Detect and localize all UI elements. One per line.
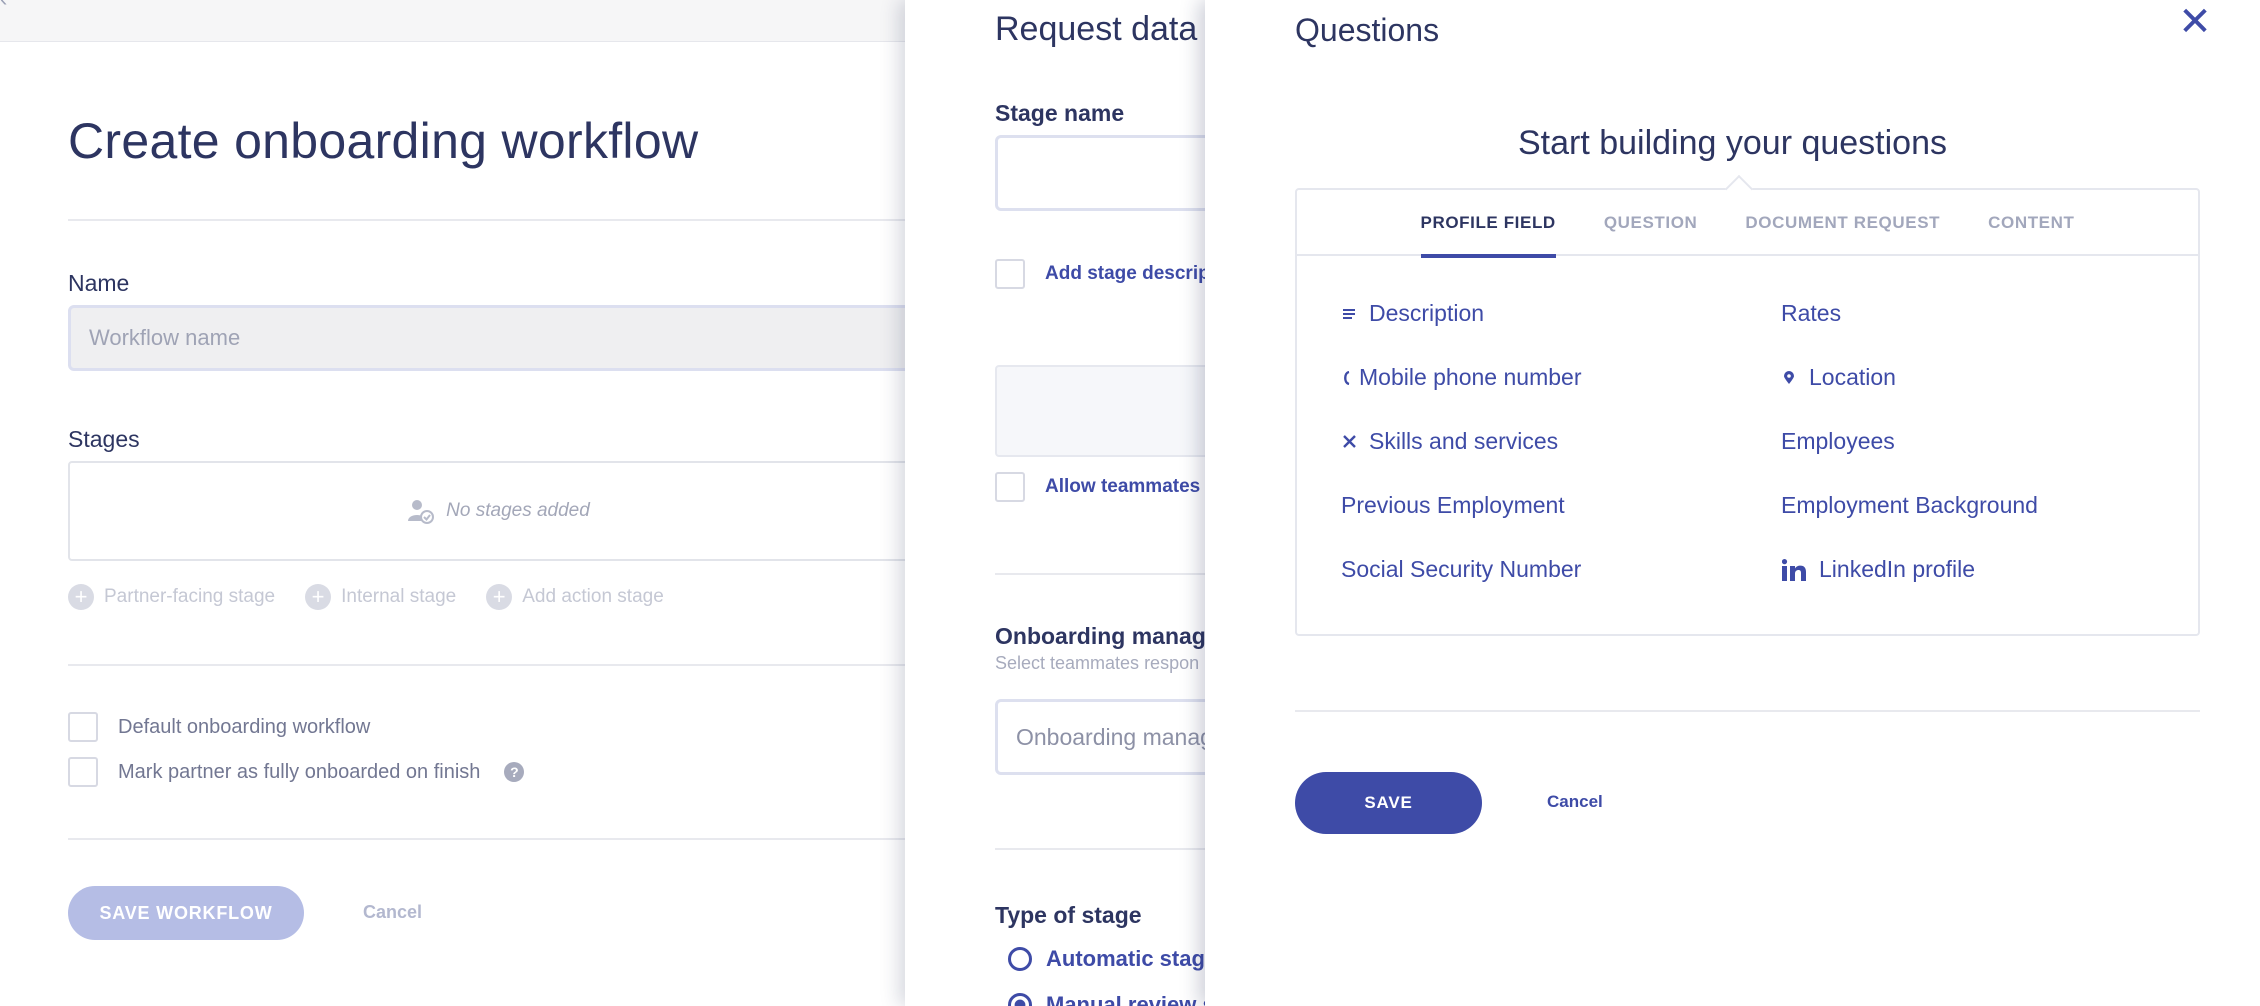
field-label: Mobile phone number — [1359, 364, 1582, 390]
panel-title: Request data st — [995, 10, 1205, 48]
field-label: Rates — [1781, 300, 1842, 326]
add-partner-facing-stage[interactable]: + Partner-facing stage — [68, 584, 275, 610]
tab-document-request[interactable]: DOCUMENT REQUEST — [1745, 190, 1940, 256]
save-button[interactable]: SAVE — [1295, 772, 1482, 834]
user-check-icon — [408, 500, 435, 524]
plus-circle-icon: + — [305, 584, 332, 610]
question-type-card: PROFILE FIELD QUESTION DOCUMENT REQUEST … — [1295, 174, 2200, 636]
close-icon[interactable]: ✕ — [2175, 2, 2215, 42]
field-previous-employment[interactable]: Previous Employment — [1341, 492, 1565, 519]
tab-question[interactable]: QUESTION — [1604, 190, 1698, 256]
manual-review-option[interactable]: Manual review s — [1008, 992, 1205, 1006]
onboarding-manager-label: Onboarding manage — [995, 623, 1205, 649]
request-data-stage-panel: Request data st Stage name Add stage des… — [905, 0, 1205, 1006]
field-social-security[interactable]: Social Security Number — [1341, 556, 1581, 583]
page-title: Create onboarding workflow — [68, 113, 699, 169]
field-mobile-phone[interactable]: Mobile phone number — [1341, 364, 1581, 391]
mark-onboarded-label: Mark partner as fully onboarded on finis… — [118, 760, 481, 783]
automatic-stage-option[interactable]: Automatic stage — [1008, 946, 1205, 972]
field-linkedin-profile[interactable]: LinkedIn profile — [1781, 556, 1975, 583]
field-label: LinkedIn profile — [1819, 556, 1975, 582]
default-workflow-label: Default onboarding workflow — [118, 715, 371, 738]
mark-onboarded-checkbox[interactable] — [68, 757, 98, 787]
add-description-checkbox[interactable] — [995, 259, 1025, 289]
manual-review-radio[interactable] — [1008, 993, 1032, 1006]
back-arrow-icon[interactable]: ‹ — [0, 0, 7, 12]
manual-review-label: Manual review s — [1046, 992, 1205, 1006]
questions-panel: Questions ✕ Start building your question… — [1205, 0, 2260, 1006]
top-bar: ‹ — [0, 0, 905, 42]
field-employment-background[interactable]: Employment Background — [1781, 492, 2038, 519]
linkedin-icon — [1781, 558, 1807, 581]
divider — [68, 219, 928, 221]
divider — [995, 848, 1205, 850]
stage-name-input[interactable] — [995, 135, 1205, 211]
field-skills-services[interactable]: Skills and services — [1341, 428, 1558, 455]
plus-circle-icon: + — [68, 584, 94, 610]
phone-icon — [1341, 370, 1351, 385]
stages-list: No stages added — [68, 461, 928, 561]
tools-icon — [1341, 435, 1357, 448]
field-label: Skills and services — [1369, 428, 1559, 454]
stage-name-label: Stage name — [995, 100, 1125, 126]
field-label: Employees — [1781, 428, 1895, 454]
field-label: Previous Employment — [1341, 492, 1565, 518]
help-icon[interactable]: ? — [504, 762, 525, 782]
allow-teammates-checkbox[interactable] — [995, 472, 1025, 502]
cancel-button[interactable]: Cancel — [1547, 792, 1603, 812]
partner-facing-stage-label: Partner-facing stage — [104, 586, 276, 607]
default-workflow-row: Default onboarding workflow — [68, 712, 370, 742]
internal-stage-label: Internal stage — [341, 586, 457, 607]
add-internal-stage[interactable]: + Internal stage — [305, 584, 456, 610]
default-workflow-checkbox[interactable] — [68, 712, 98, 742]
question-type-tabs: PROFILE FIELD QUESTION DOCUMENT REQUEST … — [1297, 190, 2198, 258]
start-building-heading: Start building your questions — [1517, 124, 1948, 162]
add-action-stage[interactable]: + Add action stage — [486, 584, 664, 610]
field-label: Description — [1369, 300, 1485, 326]
create-workflow-page: ‹ Create onboarding workflow Name Workfl… — [0, 0, 928, 1006]
tab-content[interactable]: CONTENT — [1988, 190, 2074, 256]
action-stage-label: Add action stage — [522, 586, 664, 607]
lines-icon — [1341, 308, 1357, 320]
stage-description-box[interactable] — [995, 365, 1205, 457]
no-stages-text: No stages added — [446, 500, 590, 521]
divider — [68, 664, 928, 666]
tab-profile-field[interactable]: PROFILE FIELD — [1420, 190, 1557, 258]
allow-teammates-row: Allow teammates t — [995, 472, 1205, 502]
name-label: Name — [68, 270, 130, 296]
onboarding-manager-subtitle: Select teammates respon — [995, 653, 1200, 673]
onboarding-manager-input[interactable]: Onboarding manag — [995, 699, 1205, 775]
divider — [68, 838, 928, 840]
add-description-label: Add stage descript — [1045, 263, 1205, 284]
field-rates[interactable]: Rates — [1781, 300, 1841, 327]
cancel-workflow-link[interactable]: Cancel — [363, 902, 422, 923]
field-description[interactable]: Description — [1341, 300, 1484, 327]
mark-onboarded-row: Mark partner as fully onboarded on finis… — [68, 757, 525, 787]
plus-circle-icon: + — [486, 584, 513, 610]
save-workflow-button[interactable]: SAVE WORKFLOW — [68, 886, 304, 940]
field-label: Employment Background — [1781, 492, 2038, 518]
workflow-name-input[interactable]: Workflow name — [68, 305, 928, 371]
stage-actions: + Partner-facing stage + Internal stage … — [68, 584, 664, 610]
allow-teammates-label: Allow teammates t — [1045, 476, 1205, 497]
type-of-stage-label: Type of stage — [995, 902, 1142, 928]
field-location[interactable]: Location — [1781, 364, 1896, 391]
questions-title: Questions — [1295, 12, 1440, 48]
field-employees[interactable]: Employees — [1781, 428, 1895, 455]
add-description-row: Add stage descript — [995, 259, 1205, 289]
map-pin-icon — [1781, 370, 1797, 385]
automatic-stage-radio[interactable] — [1008, 947, 1032, 971]
field-label: Location — [1809, 364, 1896, 390]
divider — [995, 573, 1205, 575]
divider — [1295, 710, 2200, 712]
stages-label: Stages — [68, 426, 140, 452]
field-label: Social Security Number — [1341, 556, 1582, 582]
automatic-stage-label: Automatic stage — [1046, 946, 1205, 971]
